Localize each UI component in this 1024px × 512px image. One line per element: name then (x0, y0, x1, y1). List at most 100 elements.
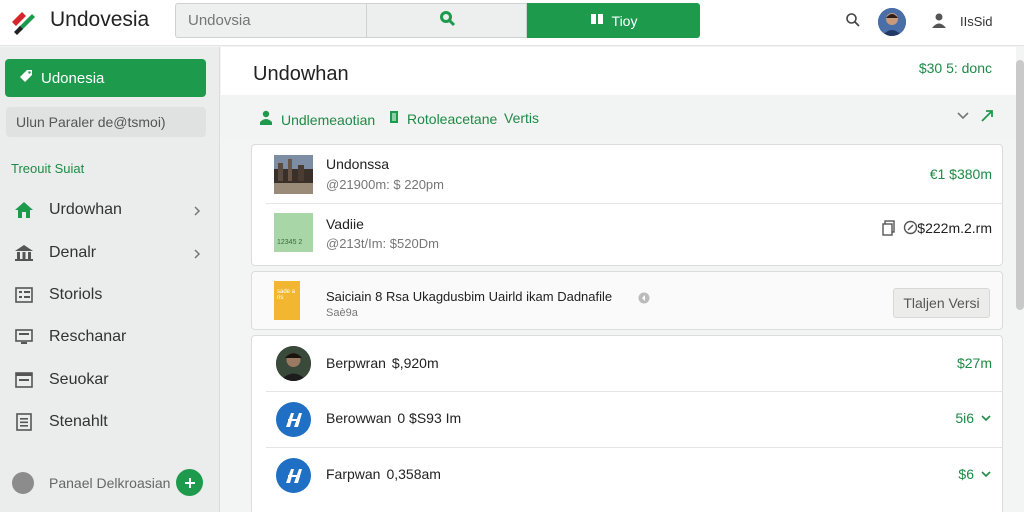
sidebar-item-label: Reschanar (49, 328, 127, 345)
scrollbar[interactable] (1016, 60, 1024, 310)
sidebar-section-title: Treouit Suiat (11, 161, 85, 176)
app-name: Undovesia (50, 8, 150, 31)
chevron-right-icon (192, 203, 202, 221)
chevron-down-icon[interactable] (956, 109, 970, 128)
sidebar-item-stenahlt[interactable]: Stenahlt (0, 404, 220, 440)
sidebar-item-label: Storiols (49, 286, 103, 303)
filter-undlemeaotian[interactable]: Undlemeaotian (259, 110, 375, 129)
top-bar: Undovesia Tioy IIsSid (0, 0, 1024, 46)
sidebar-item-seuokar[interactable]: Seuokar (0, 362, 220, 398)
tag-icon (19, 69, 33, 87)
list-item[interactable]: Undonssa @21900m: $ 220pm €1 $380m (252, 145, 1004, 203)
list-name-text: Berpwran (326, 355, 386, 371)
filter-actions (956, 109, 994, 128)
main-content: Undowhan $30 5: donc Undlemeaotian Rotol… (221, 47, 1016, 512)
chevron-right-icon (192, 246, 202, 264)
list-value-text: 5i6 (955, 410, 974, 426)
primary-action-label: Tioy (611, 12, 638, 29)
add-icon[interactable] (176, 469, 203, 496)
bar-icon (389, 110, 399, 127)
sidebar-item-label: Denalr (49, 244, 97, 261)
search-icon (438, 9, 456, 32)
row-subtitle: @21900m: $ 220pm (326, 177, 444, 192)
promo-title: Saiciain 8 Rsa Ukagdusbim Uairld ikam Da… (326, 289, 613, 304)
info-icon[interactable] (638, 291, 650, 309)
monitor-icon (14, 327, 34, 347)
transactions-card: Berpwran $,920m $27m Berowwan 0 $S93 Im 5i… (251, 335, 1003, 512)
list-value: $6 (958, 466, 992, 482)
promo-button[interactable]: Tlaljen Versi (893, 288, 990, 318)
list-amount: $,920m (391, 355, 439, 371)
list-name: Berpwran $,920m (326, 355, 439, 371)
sidebar-primary-button[interactable]: Udonesia (5, 59, 206, 97)
person-icon (259, 110, 273, 129)
sidebar-item-label: Stenahlt (49, 413, 108, 430)
promo-thumb-caption: sade a ris (277, 289, 296, 301)
chart-thumbnail: 12345 2 (274, 213, 313, 252)
sidebar-item-reschanar[interactable]: Reschanar (0, 319, 220, 355)
list-value: $27m (957, 355, 992, 371)
document-icon (14, 412, 34, 432)
trend-up-icon[interactable] (980, 109, 994, 128)
avatar (276, 346, 311, 381)
promo-thumbnail: sade a ris (274, 281, 300, 320)
app-logo[interactable] (8, 6, 38, 36)
list-item[interactable]: 12345 2 Vadiie @213t/Im: $520Dm $222m.2.… (252, 204, 1004, 266)
copy-icon[interactable] (882, 220, 896, 241)
user-name[interactable]: IIsSid (960, 14, 993, 29)
promo-subtitle: Saè9a (326, 307, 358, 319)
sidebar-item-storiols[interactable]: Storiols (0, 277, 220, 313)
chevron-down-icon[interactable] (980, 410, 992, 426)
filter-label: Undlemeaotian (281, 111, 376, 128)
sidebar-item-urdowhan[interactable]: Urdowhan (0, 192, 220, 228)
header-amount: $30 5: donc (918, 60, 992, 76)
list-item[interactable]: Berowwan 0 $S93 Im 5i6 (252, 392, 1004, 447)
clock-icon[interactable] (903, 220, 918, 240)
filter-label: Rotoleacetane (407, 110, 498, 127)
sidebar-item-denalr[interactable]: Denalr (0, 235, 220, 271)
primary-action-button[interactable]: Tioy (527, 3, 700, 38)
sidebar-item-label: Urdowhan (49, 201, 122, 218)
app-badge-icon (276, 458, 311, 493)
list-item[interactable]: Berpwran $,920m $27m (252, 336, 1004, 391)
chevron-down-icon[interactable] (980, 466, 992, 482)
app-badge-icon (276, 402, 311, 437)
magnifier-icon[interactable] (845, 12, 861, 33)
board-icon (14, 370, 34, 390)
grid-icon (590, 12, 604, 29)
filter-vertis[interactable]: Vertis (504, 110, 539, 126)
page-title: Undowhan (253, 63, 349, 85)
list-icon (14, 285, 34, 305)
bank-icon (14, 243, 34, 263)
row-subtitle: @213t/Im: $520Dm (326, 236, 439, 251)
home-icon (14, 200, 34, 220)
row-value: €1 $380m (929, 166, 992, 182)
search-button[interactable] (367, 3, 527, 38)
list-name: Berowwan 0 $S93 Im (326, 410, 461, 426)
filter-rotoleacetane[interactable]: Rotoleacetane (389, 110, 497, 127)
list-value-text: $27m (956, 355, 992, 371)
list-amount: 0 $S93 Im (397, 410, 462, 426)
sidebar-item-label: Seuokar (49, 371, 109, 388)
row-title: Vadiie (326, 216, 364, 232)
user-icon[interactable] (931, 12, 947, 33)
thumb-caption: 12345 2 (277, 239, 303, 246)
sidebar-search[interactable]: Ulun Paraler de@tsmoi) (6, 107, 206, 137)
sidebar: Udonesia Ulun Paraler de@tsmoi) Treouit … (0, 47, 220, 512)
profile-dot-icon (12, 472, 34, 494)
sidebar-footer[interactable]: Panael Delkroasian (12, 468, 212, 498)
filter-label: Vertis (504, 110, 540, 126)
filter-bar: Undlemeaotian Rotoleacetane Vertis (221, 95, 1016, 141)
search-input[interactable] (175, 3, 367, 38)
page-header: Undowhan $30 5: donc (221, 47, 1016, 95)
promo-card: sade a ris Saiciain 8 Rsa Ukagdusbim Uai… (251, 271, 1003, 330)
list-name-text: Berowwan (326, 410, 392, 426)
city-thumbnail (274, 155, 313, 194)
avatar[interactable] (878, 8, 906, 36)
row-title: Undonssa (326, 156, 390, 172)
list-item[interactable]: Farpwan 0,358am $6 (252, 448, 1004, 503)
list-name-text: Farpwan (326, 466, 381, 482)
list-name: Farpwan 0,358am (326, 466, 441, 482)
list-amount: 0,358am (386, 466, 441, 482)
sidebar-footer-label: Panael Delkroasian (49, 475, 171, 491)
